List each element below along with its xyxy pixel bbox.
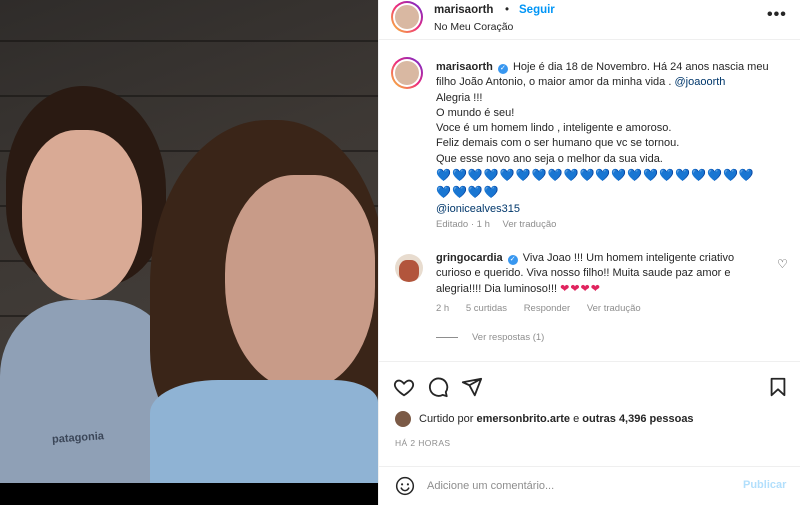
view-replies-label: Ver respostas (1) [472, 332, 545, 343]
caption-username[interactable]: marisaorth [436, 61, 493, 73]
liked-by-label: Curtido por [419, 413, 474, 425]
caption-text-5: Feliz demais com o ser humano que vc se … [436, 137, 680, 150]
comment-input[interactable] [427, 476, 727, 496]
caption-text-6: Que esse novo ano seja o melhor da sua v… [436, 152, 663, 165]
author-username[interactable]: marisaorth [434, 4, 493, 16]
comment-like-heart-icon[interactable]: ♡ [777, 257, 788, 271]
post-caption: marisaorth ✓ Hoje é dia 18 de Novembro. … [436, 60, 791, 217]
caption-text-4: Voce é um homem lindo , inteligente e am… [436, 122, 672, 135]
follow-button[interactable]: Seguir [519, 4, 555, 16]
instagram-post: patagonia marisaorth • Seguir No Meu Cor… [0, 0, 800, 505]
comment-likes-count[interactable]: 5 curtidas [466, 303, 507, 314]
post-photo[interactable]: patagonia [0, 0, 378, 505]
save-bookmark-icon[interactable] [767, 376, 789, 398]
man-face [22, 130, 142, 300]
blue-hearts-emoji: 💙💙💙💙💙💙💙💙💙💙💙💙💙💙💙💙💙💙💙💙 [436, 168, 755, 183]
author-avatar[interactable] [391, 1, 423, 33]
post-timestamp[interactable]: HÁ 2 HORAS [395, 438, 451, 448]
liker-avatar[interactable] [395, 411, 411, 427]
comment-time: 2 h [436, 303, 450, 314]
caption-text-3: O mundo é seu! [436, 106, 515, 119]
post-location[interactable]: No Meu Coração [434, 21, 513, 33]
comment-bubble-icon[interactable] [427, 376, 449, 398]
replies-divider-line [436, 337, 458, 338]
post-header: marisaorth • Seguir No Meu Coração ••• [379, 0, 800, 40]
like-heart-icon[interactable] [393, 376, 415, 398]
caption-translate-link[interactable]: Ver tradução [503, 219, 557, 230]
view-replies-button[interactable]: Ver respostas (1) [436, 332, 544, 343]
others-likes-count[interactable]: outras 4,396 pessoas [582, 413, 693, 425]
liker-username[interactable]: emersonbrito.arte [476, 413, 570, 425]
comment: gringocardia ✓ Viva Joao !!! Um homem in… [436, 251, 771, 297]
mention-link[interactable]: @joaoorth [674, 76, 725, 88]
comment-reply-button[interactable]: Responder [524, 303, 570, 314]
add-comment-bar: Publicar [379, 466, 800, 505]
likes-summary: Curtido por emersonbrito.arte e outras 4… [395, 411, 694, 427]
caption-edited-time: Editado · 1 h [436, 219, 490, 230]
woman-jacket [150, 380, 378, 483]
action-bar [379, 361, 800, 411]
liked-by-connector: e [573, 413, 580, 425]
share-send-icon[interactable] [461, 376, 483, 398]
verified-badge-icon: ✓ [497, 64, 508, 74]
caption-author-avatar[interactable] [391, 57, 423, 89]
more-options-icon[interactable]: ••• [767, 6, 787, 24]
verified-badge-icon: ✓ [507, 255, 518, 265]
comment-translate-link[interactable]: Ver tradução [587, 303, 641, 314]
blue-hearts-emoji: 💙💙💙💙 [436, 185, 500, 200]
woman-face [225, 175, 375, 390]
caption-text-2: Alegria !!! [436, 91, 483, 104]
post-image: patagonia [0, 0, 378, 483]
commenter-avatar[interactable] [395, 254, 423, 282]
red-hearts-emoji: ❤❤❤❤ [560, 282, 601, 295]
publish-button[interactable]: Publicar [743, 479, 786, 491]
caption-meta: Editado · 1 h Ver tradução [436, 219, 566, 230]
comment-meta: 2 h 5 curtidas Responder Ver tradução [436, 303, 655, 314]
emoji-icon[interactable] [395, 476, 415, 496]
comment-username[interactable]: gringocardia [436, 252, 503, 264]
post-side-panel: marisaorth • Seguir No Meu Coração ••• m… [378, 0, 800, 505]
separator-dot: • [505, 4, 510, 16]
mention-link[interactable]: @ionicealves315 [436, 203, 520, 215]
